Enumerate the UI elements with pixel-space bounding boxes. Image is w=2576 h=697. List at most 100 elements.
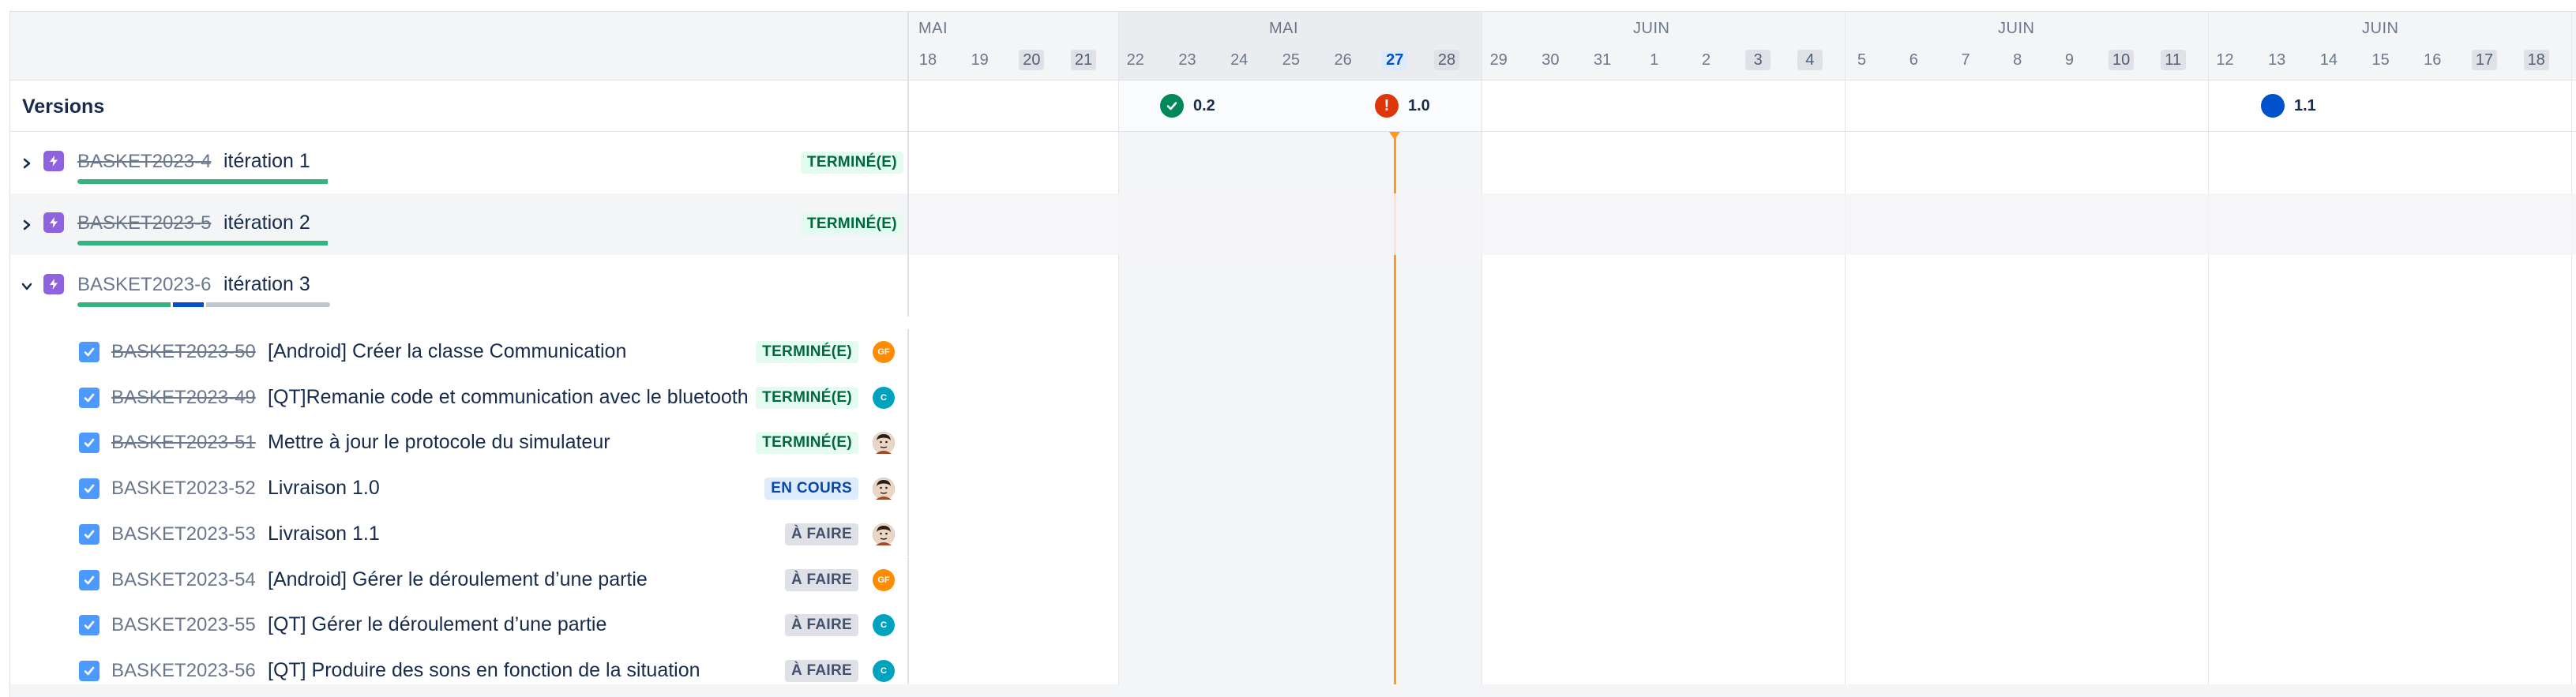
day-label: 14	[2319, 51, 2338, 69]
progress-done	[77, 241, 328, 245]
task-checkbox-icon	[79, 569, 100, 590]
day-label: 16	[2424, 51, 2442, 69]
assignee-avatar[interactable]: GF	[873, 568, 895, 591]
issue-summary[interactable]: itération 2	[223, 212, 310, 234]
issue-row[interactable]: BASKET2023-55 [QT] Gérer le déroulement d…	[10, 602, 909, 648]
day-label: 22	[1126, 51, 1144, 69]
chevron-down-icon[interactable]	[20, 277, 34, 299]
issue-row[interactable]: BASKET2023-53 Livraison 1.1 À FAIRE	[10, 511, 909, 557]
progress-in-progress	[172, 302, 204, 307]
issue-summary[interactable]: itération 3	[223, 273, 310, 296]
day-label: 18	[918, 51, 937, 69]
epic-row-band	[909, 193, 2576, 255]
issue-summary[interactable]: Livraison 1.0	[268, 477, 380, 500]
progress-done	[77, 179, 328, 184]
issue-key[interactable]: BASKET2023-5	[77, 212, 211, 234]
week-divider	[1118, 81, 1119, 131]
issue-summary[interactable]: Mettre à jour le protocole du simulateur	[268, 431, 610, 454]
issue-key[interactable]: BASKET2023-54	[111, 569, 256, 591]
issue-summary[interactable]: [QT] Gérer le déroulement d’une partie	[268, 613, 606, 636]
status-lozenge: TERMINÉ(E)	[756, 432, 858, 455]
issue-key[interactable]: BASKET2023-52	[111, 478, 256, 500]
issue-key[interactable]: BASKET2023-4	[77, 151, 211, 173]
version-marker[interactable]: 1.1	[2261, 93, 2316, 118]
task-checkbox-icon	[79, 478, 100, 500]
week-divider	[2571, 12, 2572, 80]
day-label: 20	[1019, 50, 1045, 70]
assignee-photo-avatar[interactable]	[873, 478, 895, 500]
week-divider	[2208, 12, 2209, 80]
assignee-photo-avatar[interactable]	[873, 523, 895, 545]
versions-row-label: Versions	[10, 81, 909, 132]
status-lozenge: TERMINÉ(E)	[756, 341, 858, 363]
issue-key[interactable]: BASKET2023-55	[111, 614, 256, 636]
today-marker-icon	[1389, 132, 1401, 140]
day-label: 6	[1909, 51, 1918, 69]
chevron-right-icon[interactable]	[20, 154, 34, 176]
epic-row[interactable]: BASKET2023-5 itération 2 TERMINÉ(E)	[10, 193, 909, 255]
status-lozenge: TERMINÉ(E)	[756, 386, 858, 409]
issue-key[interactable]: BASKET2023-51	[111, 432, 256, 454]
task-checkbox-icon	[79, 387, 100, 408]
day-label: 17	[2472, 50, 2497, 70]
issue-key[interactable]: BASKET2023-53	[111, 523, 256, 545]
epic-row[interactable]: BASKET2023-4 itération 1 TERMINÉ(E)	[10, 132, 909, 193]
assignee-avatar[interactable]: GF	[873, 341, 895, 363]
issue-row[interactable]: BASKET2023-50 [Android] Créer la classe C…	[10, 329, 909, 375]
epic-row[interactable]: BASKET2023-6 itération 3	[10, 255, 909, 317]
issue-key[interactable]: BASKET2023-50	[111, 341, 256, 363]
day-label: 13	[2268, 51, 2286, 69]
avatar-initials: C	[881, 392, 887, 403]
epic-progress-bar	[77, 302, 330, 307]
version-marker[interactable]: ! 1.0	[1375, 93, 1430, 118]
issue-summary[interactable]: [QT] Produire des sons en fonction de la…	[268, 659, 700, 682]
day-label: 8	[2013, 51, 2022, 69]
month-label: JUIN	[1998, 20, 2035, 37]
assignee-avatar[interactable]: C	[873, 659, 895, 682]
day-label: 26	[1334, 51, 1352, 69]
avatar-initials: C	[881, 620, 887, 631]
day-label: 11	[2160, 50, 2186, 70]
assignee-avatar[interactable]: C	[873, 386, 895, 409]
versions-row-timeline: 0.2 ! 1.0 1.1	[909, 81, 2576, 132]
day-label: 24	[1230, 51, 1249, 69]
day-label: 2	[1701, 51, 1711, 69]
day-label: 3	[1745, 50, 1771, 70]
avatar-initials: C	[881, 665, 887, 676]
assignee-avatar[interactable]: C	[873, 614, 895, 637]
status-lozenge: TERMINÉ(E)	[801, 152, 903, 174]
week-divider	[1481, 81, 1482, 131]
chevron-right-icon[interactable]	[20, 215, 34, 238]
status-lozenge: À FAIRE	[784, 568, 858, 591]
version-label: 1.1	[2294, 96, 2316, 114]
task-checkbox-icon	[79, 660, 100, 681]
progress-done	[77, 302, 171, 307]
warning-icon: !	[1375, 94, 1399, 118]
progress-todo	[206, 302, 330, 307]
issue-row[interactable]: BASKET2023-54 [Android] Gérer le déroulem…	[10, 556, 909, 603]
issue-summary[interactable]: Livraison 1.1	[268, 523, 380, 545]
assignee-photo-avatar[interactable]	[873, 432, 895, 455]
day-label: 25	[1282, 51, 1301, 69]
issue-summary[interactable]: [QT]Remanie code et communication avec l…	[268, 386, 749, 409]
issue-key[interactable]: BASKET2023-56	[111, 660, 256, 682]
issue-row[interactable]: BASKET2023-51 Mettre à jour le protocole …	[10, 420, 909, 467]
day-label: 5	[1857, 51, 1867, 69]
task-checkbox-icon	[79, 433, 100, 454]
version-marker[interactable]: 0.2	[1160, 93, 1215, 118]
status-lozenge: EN COURS	[764, 478, 858, 500]
epic-icon	[43, 151, 64, 171]
day-label: 12	[2216, 51, 2234, 69]
issue-summary[interactable]: [Android] Gérer le déroulement d’une par…	[268, 568, 648, 591]
week-divider	[2571, 81, 2572, 131]
day-label: 23	[1178, 51, 1196, 69]
issue-key[interactable]: BASKET2023-49	[111, 387, 256, 409]
week-divider	[1845, 12, 1846, 80]
issue-row[interactable]: BASKET2023-52 Livraison 1.0 EN COURS	[10, 466, 909, 512]
issue-row[interactable]: BASKET2023-49 [QT]Remanie code et communi…	[10, 374, 909, 421]
day-label: 30	[1541, 51, 1560, 69]
issue-summary[interactable]: [Android] Créer la classe Communication	[268, 340, 626, 363]
issue-key[interactable]: BASKET2023-6	[77, 274, 211, 296]
day-label: 15	[2371, 51, 2390, 69]
issue-summary[interactable]: itération 1	[223, 150, 310, 173]
